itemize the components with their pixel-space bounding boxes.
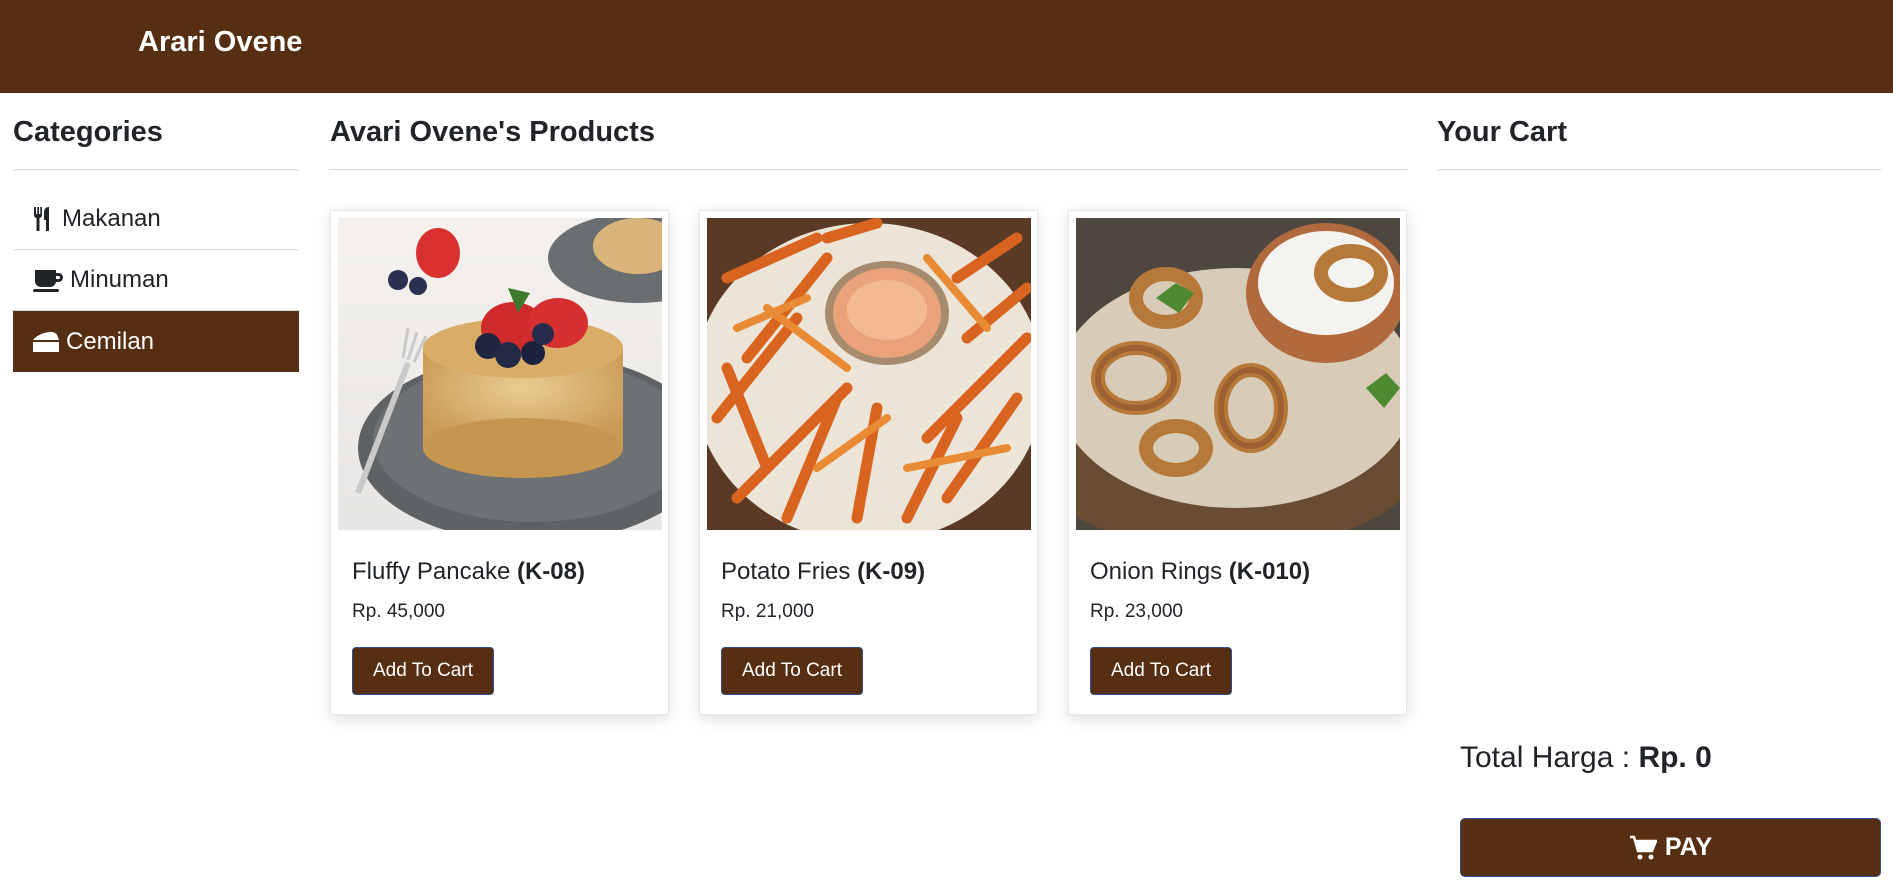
category-item-cemilan[interactable]: Cemilan bbox=[13, 311, 299, 372]
product-image bbox=[338, 218, 662, 530]
cart-divider bbox=[1437, 169, 1881, 170]
product-image bbox=[707, 218, 1031, 530]
total-label: Total Harga : bbox=[1460, 741, 1631, 774]
cart-title: Your Cart bbox=[1437, 116, 1567, 148]
total-value: Rp. 0 bbox=[1638, 741, 1712, 774]
product-code: (K-08) bbox=[516, 558, 585, 585]
product-card: Potato Fries (K-09) Rp. 21,000 Add To Ca… bbox=[699, 210, 1038, 715]
categories-divider bbox=[13, 169, 299, 170]
product-image bbox=[1076, 218, 1400, 530]
category-label: Makanan bbox=[62, 205, 161, 232]
add-to-cart-button[interactable]: Add To Cart bbox=[721, 647, 863, 695]
brand-title[interactable]: Arari Ovene bbox=[138, 26, 302, 59]
add-to-cart-button[interactable]: Add To Cart bbox=[1090, 647, 1232, 695]
shopping-cart-icon bbox=[1629, 835, 1657, 859]
pay-button[interactable]: PAY bbox=[1460, 818, 1881, 877]
category-label: Minuman bbox=[70, 266, 169, 293]
product-code: (K-010) bbox=[1228, 558, 1311, 585]
utensils-icon bbox=[33, 207, 49, 231]
coffee-cup-icon bbox=[33, 270, 63, 292]
add-to-cart-button[interactable]: Add To Cart bbox=[352, 647, 494, 695]
category-label: Cemilan bbox=[66, 327, 155, 355]
category-item-makanan[interactable]: Makanan bbox=[13, 189, 299, 250]
products-divider bbox=[330, 169, 1407, 170]
product-name: Fluffy Pancake (K-08) bbox=[352, 558, 585, 585]
product-card: Onion Rings (K-010) Rp. 23,000 Add To Ca… bbox=[1068, 210, 1407, 715]
product-code: (K-09) bbox=[857, 558, 926, 585]
cake-icon bbox=[33, 331, 59, 352]
product-price: Rp. 21,000 bbox=[721, 601, 814, 622]
product-name: Onion Rings (K-010) bbox=[1090, 558, 1311, 585]
category-list: Makanan Minuman Cemilan bbox=[13, 189, 299, 372]
pay-label: PAY bbox=[1664, 833, 1713, 861]
cart-total: Total Harga : Rp. 0 bbox=[1460, 741, 1712, 775]
products-title: Avari Ovene's Products bbox=[330, 116, 655, 148]
categories-title: Categories bbox=[13, 116, 163, 148]
product-card: Fluffy Pancake (K-08) Rp. 45,000 Add To … bbox=[330, 210, 669, 715]
category-item-minuman[interactable]: Minuman bbox=[13, 250, 299, 311]
product-name: Potato Fries (K-09) bbox=[721, 558, 926, 585]
top-navbar: Arari Ovene bbox=[0, 0, 1893, 93]
product-price: Rp. 45,000 bbox=[352, 601, 445, 622]
product-price: Rp. 23,000 bbox=[1090, 601, 1183, 622]
